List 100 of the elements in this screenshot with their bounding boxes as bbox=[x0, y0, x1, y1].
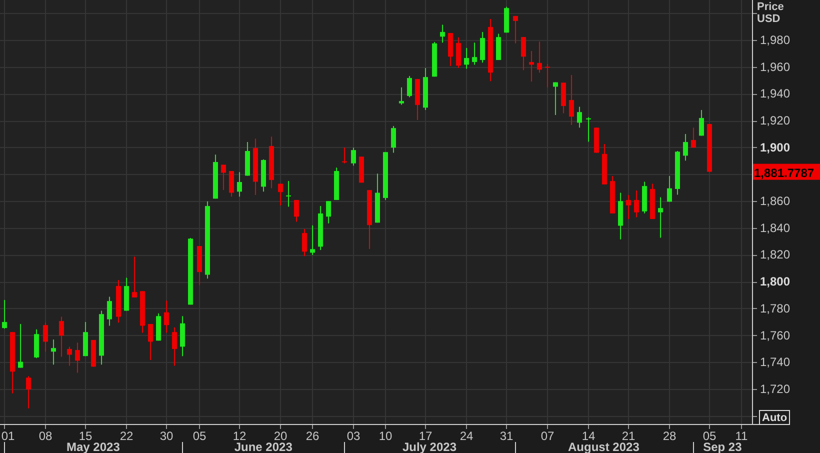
candlestick bbox=[67, 346, 72, 366]
last-price-label: 1,881.7787 bbox=[753, 164, 820, 180]
axis-label: 28 bbox=[662, 429, 676, 443]
candlestick bbox=[529, 50, 534, 82]
candlestick bbox=[602, 144, 607, 185]
candlestick bbox=[229, 170, 234, 198]
candlestick bbox=[107, 296, 112, 326]
axis-label: 10 bbox=[378, 429, 392, 443]
candlestick bbox=[496, 33, 501, 60]
candlestick bbox=[658, 196, 663, 238]
axis-label: 11 bbox=[735, 429, 748, 443]
candlestick bbox=[432, 42, 437, 78]
candlestick bbox=[545, 64, 550, 88]
axis-label: 05 bbox=[192, 429, 206, 443]
axis-label: 1,920 bbox=[760, 114, 790, 128]
axis-label: 14 bbox=[582, 429, 596, 443]
candlestick bbox=[342, 147, 347, 164]
candlestick bbox=[407, 75, 412, 98]
candlestick bbox=[237, 172, 242, 198]
candlestick bbox=[51, 338, 56, 366]
axis-label: 31 bbox=[500, 429, 514, 443]
candlestick bbox=[172, 326, 177, 366]
candlestick bbox=[164, 300, 169, 334]
axis-label: 21 bbox=[622, 429, 636, 443]
axis-label: 20 bbox=[274, 429, 288, 443]
candlestick bbox=[116, 279, 121, 324]
candlestick bbox=[351, 147, 356, 166]
candlestick bbox=[488, 18, 493, 82]
candlestick bbox=[650, 183, 655, 220]
candlestick bbox=[140, 290, 145, 334]
axis-label: 1,740 bbox=[760, 355, 790, 370]
candlestick bbox=[197, 246, 202, 286]
candlestick bbox=[634, 190, 639, 218]
candlestick bbox=[375, 173, 380, 224]
candlestick bbox=[91, 339, 96, 368]
candlestick bbox=[318, 206, 323, 251]
axis-label: 1,720 bbox=[760, 382, 790, 396]
candlestick bbox=[253, 138, 258, 196]
candlestick bbox=[10, 332, 15, 394]
axis-label: 1,960 bbox=[760, 60, 790, 74]
candlestick bbox=[472, 42, 477, 66]
candlestick bbox=[399, 86, 404, 106]
candlestick bbox=[188, 237, 193, 306]
axis-label: 1,980 bbox=[760, 33, 790, 47]
axis-label: June 2023 bbox=[234, 440, 292, 453]
candlestick bbox=[156, 312, 161, 342]
candlestick bbox=[34, 328, 39, 359]
candlestick bbox=[626, 194, 631, 220]
axis-label: 17 bbox=[418, 429, 432, 443]
candlestick bbox=[618, 192, 623, 240]
candlestick bbox=[334, 167, 339, 200]
axis-label: 01 bbox=[1, 429, 15, 443]
axis-label: 1,820 bbox=[760, 248, 790, 262]
axis-label: 22 bbox=[120, 429, 134, 443]
candlestick bbox=[294, 199, 299, 222]
candlestick bbox=[480, 31, 485, 64]
candlestick bbox=[448, 32, 453, 67]
axis-label: 26 bbox=[306, 429, 320, 443]
axis-label: 05 bbox=[702, 429, 716, 443]
candlestick bbox=[699, 110, 704, 136]
candlestick bbox=[26, 376, 31, 409]
candlestick bbox=[132, 256, 137, 298]
candlestick bbox=[504, 6, 509, 34]
candlestick bbox=[553, 82, 558, 116]
candlestick bbox=[367, 190, 372, 250]
candlestick bbox=[691, 127, 696, 148]
candlestick bbox=[594, 127, 599, 154]
candlestick bbox=[391, 126, 396, 154]
candlestick bbox=[269, 136, 274, 189]
candlestick bbox=[642, 181, 647, 214]
candlestick bbox=[610, 175, 615, 214]
candlestick bbox=[415, 78, 420, 120]
candlestick bbox=[99, 310, 104, 366]
candlestick bbox=[278, 183, 283, 206]
axis-label: 24 bbox=[460, 429, 474, 443]
candlestick bbox=[440, 24, 445, 44]
axis-label: 1,840 bbox=[760, 220, 790, 235]
candlestick bbox=[310, 224, 315, 256]
axis-label: 1,760 bbox=[760, 328, 790, 342]
auto-scale-button[interactable]: Auto bbox=[759, 410, 790, 425]
axis-label: 1,940 bbox=[760, 86, 790, 101]
candlestick bbox=[18, 324, 23, 368]
axis-unit: USD bbox=[757, 13, 780, 25]
axis-label: 12 bbox=[232, 429, 246, 443]
axis-label: 1,800 bbox=[760, 274, 790, 289]
axis-title: Price bbox=[757, 1, 784, 13]
axis-label: 1,780 bbox=[760, 301, 790, 316]
candlestick bbox=[83, 322, 88, 357]
candlestick bbox=[667, 175, 672, 202]
candlestick bbox=[261, 158, 266, 192]
candlestick bbox=[213, 154, 218, 200]
candlestick bbox=[537, 41, 542, 74]
axis-label: 15 bbox=[78, 429, 92, 443]
candlestick bbox=[326, 200, 331, 224]
axis-label: 1,900 bbox=[760, 140, 790, 154]
candlestick bbox=[577, 106, 582, 128]
candlestick bbox=[43, 322, 48, 352]
candlestick bbox=[59, 316, 64, 358]
candlestick bbox=[124, 277, 129, 312]
candlestick bbox=[75, 342, 80, 374]
